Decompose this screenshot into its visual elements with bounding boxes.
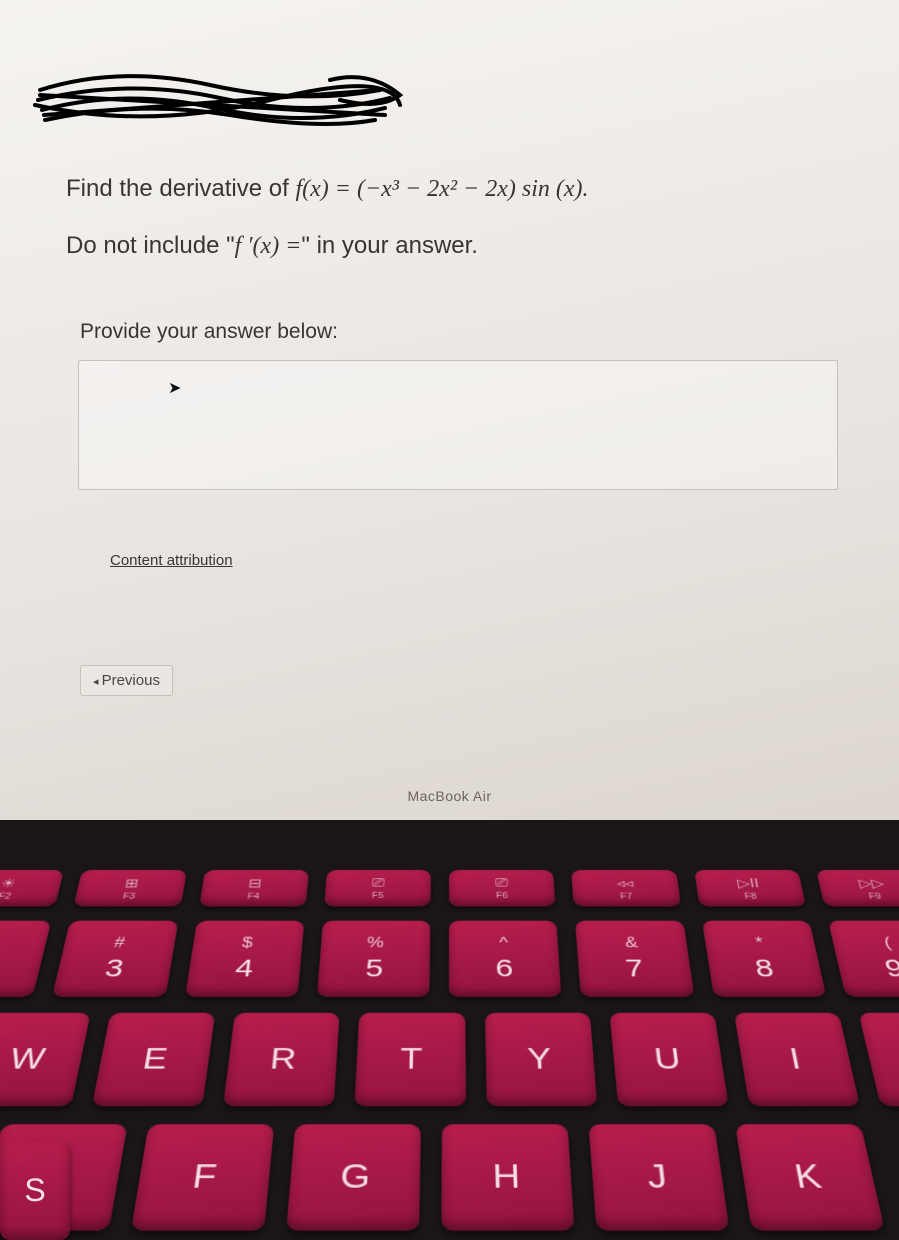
number-key-row: @#3$4%5^6&7*8(9 [0, 921, 899, 997]
laptop-brand-label: MacBook Air [407, 788, 491, 804]
key-R[interactable]: R [223, 1013, 340, 1106]
letter-row-2: DFGHJK [0, 1124, 899, 1231]
fn-label: F8 [744, 892, 757, 900]
key-number: 6 [495, 954, 514, 983]
question-instruction: Do not include "f ′(x) =" in your answer… [66, 232, 478, 260]
instruction-math: f ′(x) = [235, 233, 302, 259]
key-W[interactable]: W [0, 1013, 91, 1106]
key-J[interactable]: J [588, 1124, 729, 1231]
fn-icon: ⊟ [247, 876, 262, 891]
instruction-prefix: Do not include " [66, 232, 235, 259]
key-symbol: # [113, 934, 127, 951]
key-F8[interactable]: ▷IIF8 [694, 870, 806, 907]
key-T[interactable]: T [355, 1013, 466, 1106]
key-number: 5 [365, 954, 384, 983]
fn-icon: ⊞ [123, 876, 140, 891]
laptop-screen: Find the derivative of f(x) = (−x³ − 2x²… [0, 0, 899, 820]
mouse-cursor-icon: ➤ [168, 378, 181, 398]
key-U[interactable]: U [609, 1013, 728, 1106]
key-F5[interactable]: ⎚F5 [324, 870, 431, 907]
fn-label: F6 [496, 891, 508, 899]
key-symbol: $ [241, 934, 254, 951]
fn-label: F5 [372, 891, 384, 899]
key-7[interactable]: &7 [575, 921, 694, 997]
key-O[interactable]: O [858, 1013, 899, 1106]
fn-icon: ⎚ [495, 876, 508, 890]
key-K[interactable]: K [735, 1124, 885, 1231]
question-text-line1: Find the derivative of f(x) = (−x³ − 2x²… [66, 175, 589, 203]
fn-label: F4 [247, 892, 260, 900]
key-Y[interactable]: Y [484, 1013, 597, 1106]
question-math-lhs: f(x) = [295, 176, 357, 202]
key-4[interactable]: $4 [184, 921, 304, 997]
key-symbol: % [367, 934, 385, 951]
key-F9[interactable]: ▷▷F9 [816, 870, 899, 907]
function-key-row: ☀F2⊞F3⊟F4⎚F5⎚F6◃◃F7▷IIF8▷▷F9 [0, 870, 899, 907]
key-symbol: & [624, 934, 638, 951]
question-math-expr: (−x³ − 2x² − 2x) sin (x). [357, 176, 589, 202]
fn-icon: ⎚ [371, 876, 385, 890]
key-9[interactable]: (9 [828, 921, 899, 997]
key-@[interactable]: @ [0, 921, 52, 997]
fn-icon: ▷II [736, 876, 760, 891]
previous-button[interactable]: Previous [80, 665, 173, 696]
key-I[interactable]: I [734, 1013, 860, 1106]
content-attribution-link[interactable]: Content attribution [110, 552, 233, 569]
fn-icon: ▷▷ [857, 876, 886, 891]
key-F7[interactable]: ◃◃F7 [571, 870, 681, 907]
key-5[interactable]: %5 [317, 921, 431, 997]
instruction-suffix: " in your answer. [301, 232, 478, 259]
key-F[interactable]: F [131, 1124, 274, 1231]
key-6[interactable]: ^6 [449, 921, 562, 997]
key-F3[interactable]: ⊞F3 [74, 870, 187, 907]
key-G[interactable]: G [286, 1124, 421, 1231]
key-symbol: ^ [499, 934, 508, 951]
keyboard: ☀F2⊞F3⊟F4⎚F5⎚F6◃◃F7▷IIF8▷▷F9 @#3$4%5^6&7… [0, 870, 899, 1172]
fn-icon: ☀ [0, 876, 18, 891]
answer-input-box[interactable] [78, 360, 838, 490]
key-symbol: ( [882, 934, 893, 951]
previous-button-label: Previous [102, 672, 160, 689]
key-number: 7 [624, 954, 645, 983]
fn-label: F3 [122, 892, 136, 900]
key-F2[interactable]: ☀F2 [0, 870, 64, 907]
key-8[interactable]: *8 [701, 921, 826, 997]
fn-label: F2 [0, 892, 12, 900]
fn-label: F9 [868, 892, 882, 900]
fn-label: F7 [620, 892, 633, 900]
letter-row-1: WERTYUIO [0, 1013, 899, 1106]
key-E[interactable]: E [92, 1013, 216, 1106]
fn-icon: ◃◃ [616, 876, 634, 891]
key-number: 9 [882, 954, 899, 983]
key-number: 4 [234, 954, 255, 983]
key-number: 8 [753, 954, 776, 983]
key-F4[interactable]: ⊟F4 [199, 870, 309, 907]
redaction-scribble [30, 60, 410, 150]
key-F6[interactable]: ⎚F6 [449, 870, 556, 907]
key-number: 3 [103, 954, 127, 983]
key-3[interactable]: #3 [52, 921, 178, 997]
key-S[interactable]: S [0, 1140, 70, 1240]
answer-prompt-label: Provide your answer below: [80, 320, 338, 344]
key-symbol: * [754, 934, 765, 951]
key-H[interactable]: H [441, 1124, 574, 1231]
question-prefix: Find the derivative of [66, 175, 295, 202]
